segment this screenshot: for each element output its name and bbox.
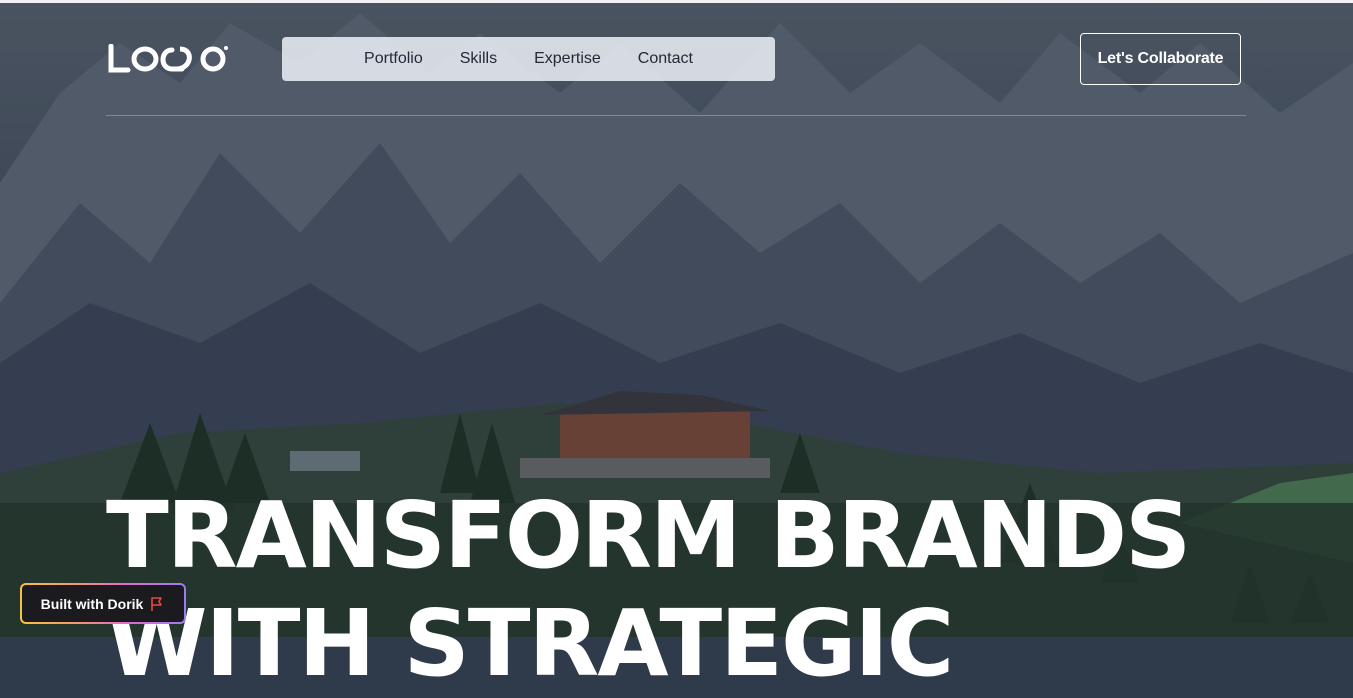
badge-label: Built with Dorik: [40, 595, 144, 612]
site-logo[interactable]: [108, 43, 230, 74]
main-nav: Portfolio Skills Expertise Contact: [282, 37, 775, 81]
flag-icon: [149, 596, 165, 612]
nav-skills[interactable]: Skills: [460, 50, 497, 68]
nav-portfolio[interactable]: Portfolio: [364, 50, 423, 68]
hero-headline-line-2: WITH STRATEGIC: [106, 590, 954, 697]
lets-collaborate-button[interactable]: Let's Collaborate: [1080, 33, 1241, 85]
nav-contact[interactable]: Contact: [638, 50, 693, 68]
built-with-dorik-badge[interactable]: Built with Dorik: [20, 583, 186, 624]
nav-expertise[interactable]: Expertise: [534, 50, 601, 68]
top-border: [0, 0, 1353, 3]
header-divider: [106, 115, 1246, 116]
hero-headline-line-1: TRANSFORM BRANDS: [106, 482, 1191, 589]
hero-headline: TRANSFORM BRANDS WITH STRATEGIC: [106, 482, 1306, 698]
badge-inner: Built with Dorik: [22, 585, 184, 622]
